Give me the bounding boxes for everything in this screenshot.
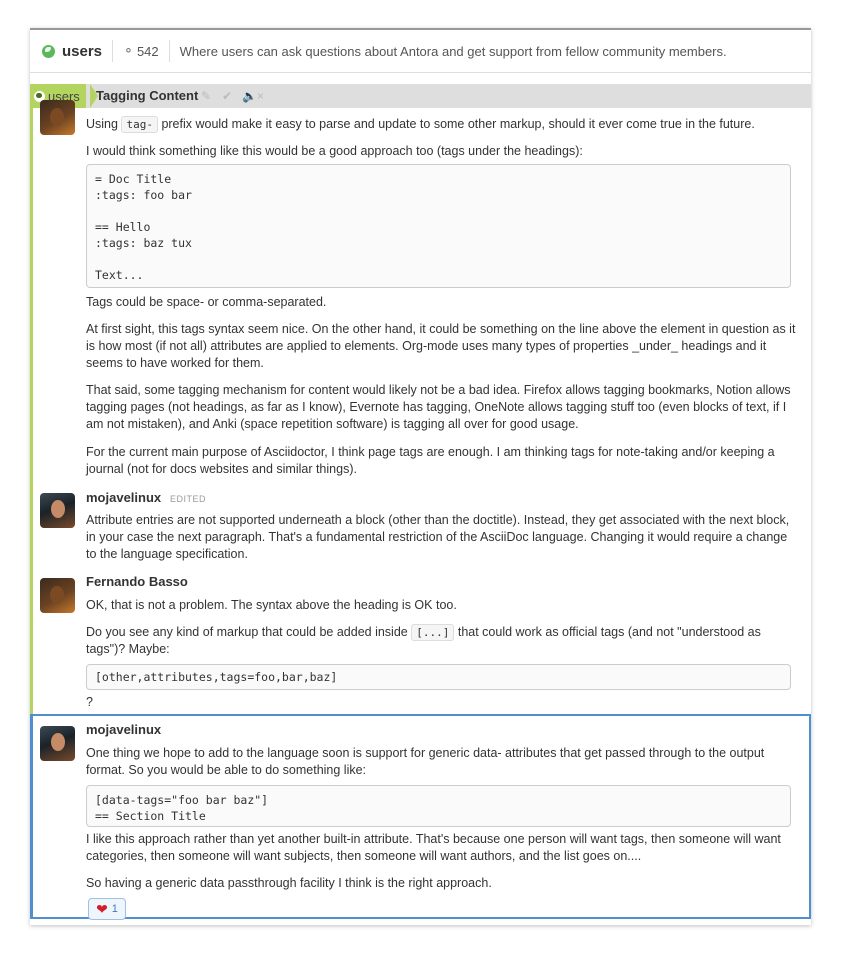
stream-description: Where users can ask questions about Anto… <box>179 43 727 59</box>
avatar[interactable] <box>40 726 75 761</box>
avatar[interactable] <box>40 100 75 135</box>
message-paragraph: I would think something like this would … <box>86 144 583 158</box>
stream-header: users ⚬ 542 Where users can ask question… <box>30 30 811 73</box>
checkmark-icon[interactable]: ✔ <box>222 89 232 103</box>
stream-color-bar <box>30 108 33 715</box>
message-paragraph: At first sight, this tags syntax seem ni… <box>86 322 796 370</box>
code-block: [other,attributes,tags=foo,bar,baz] <box>86 664 791 690</box>
message-paragraph: Using tag- prefix would make it easy to … <box>86 116 796 133</box>
recipient-bar: users Tagging Content ✎ ✔ 🔈× <box>30 84 811 108</box>
inline-code: tag- <box>121 116 158 133</box>
avatar[interactable] <box>40 493 75 528</box>
divider <box>112 40 114 62</box>
message-paragraph: For the current main purpose of Asciidoc… <box>86 445 775 476</box>
message-paragraph: One thing we hope to add to the language… <box>86 746 765 777</box>
mute-icon[interactable]: 🔈× <box>242 89 264 103</box>
inline-code: [...] <box>411 624 455 641</box>
message-paragraph: Do you see any kind of markup that could… <box>86 624 796 658</box>
edited-indicator: EDITED <box>170 494 207 504</box>
text: Do you see any kind of markup that could… <box>86 625 408 639</box>
message-paragraph: That said, some tagging mechanism for co… <box>86 383 791 431</box>
topic-name[interactable]: Tagging Content <box>96 84 198 108</box>
reaction-count: 1 <box>111 903 118 915</box>
code-block: = Doc Title :tags: foo bar == Hello :tag… <box>86 164 791 288</box>
message-paragraph: OK, that is not a problem. The syntax ab… <box>86 598 457 612</box>
person-icon: ⚬ <box>123 43 134 58</box>
message-paragraph: ? <box>86 695 93 709</box>
message-paragraph: Tags could be space- or comma-separated. <box>86 295 327 309</box>
text: prefix would make it easy to parse and u… <box>161 117 755 131</box>
sender-name[interactable]: Fernando Basso <box>86 574 188 589</box>
avatar[interactable] <box>40 578 75 613</box>
message-paragraph: Attribute entries are not supported unde… <box>86 513 790 561</box>
message-list: Using tag- prefix would make it easy to … <box>30 100 811 925</box>
heart-icon: ❤ <box>96 900 108 917</box>
text: Using <box>86 117 118 131</box>
globe-icon <box>42 44 55 58</box>
message-panel: users ⚬ 542 Where users can ask question… <box>30 28 811 925</box>
subscriber-count[interactable]: 542 <box>137 44 159 59</box>
message-paragraph: So having a generic data passthrough fac… <box>86 876 492 890</box>
edit-pencil-icon[interactable]: ✎ <box>201 89 211 103</box>
code-block: [data-tags="foo bar baz"] == Section Tit… <box>86 785 791 827</box>
message-paragraph: I like this approach rather than yet ano… <box>86 832 781 863</box>
reaction-button[interactable]: ❤ 1 <box>88 898 126 920</box>
stream-name[interactable]: users <box>62 43 102 60</box>
sender-name[interactable]: mojavelinux <box>86 722 161 737</box>
divider <box>168 40 170 62</box>
sender-name[interactable]: mojavelinux <box>86 490 161 505</box>
